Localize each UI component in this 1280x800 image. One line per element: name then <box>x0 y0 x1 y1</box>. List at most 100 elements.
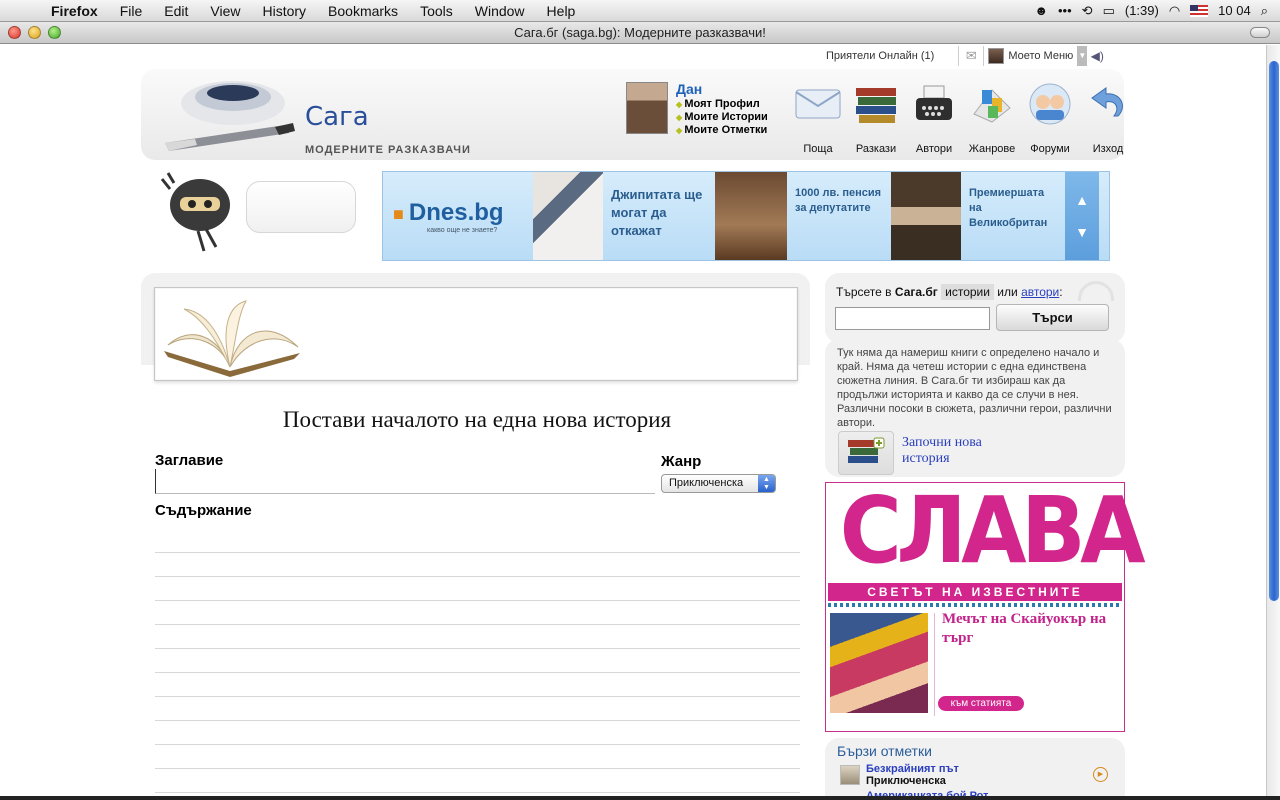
nav-authors-label: Автори <box>915 143 953 155</box>
menu-app[interactable]: Firefox <box>40 3 109 19</box>
menu-view[interactable]: View <box>199 3 251 19</box>
site-logo-text[interactable]: Сага <box>305 102 369 132</box>
genre-select-value: Приключенска <box>669 477 744 489</box>
user-avatar[interactable] <box>626 82 668 134</box>
my-profile-link[interactable]: Моят Профил <box>676 98 768 111</box>
my-stories-link[interactable]: Моите Истории <box>676 111 767 124</box>
battery-time: (1:39) <box>1124 3 1159 18</box>
my-menu[interactable]: Моето Меню <box>984 48 1077 64</box>
slava-read-more-button[interactable]: към статията <box>938 696 1024 711</box>
window-titlebar: Сага.бг (saga.bg): Модерните разказвачи! <box>0 22 1280 44</box>
close-window-button[interactable] <box>8 26 21 39</box>
genres-icon <box>967 79 1017 129</box>
slava-story-headline[interactable]: Мечът на Скайуокър на търг <box>942 610 1118 648</box>
story-title-input[interactable] <box>155 469 655 494</box>
nav-logout[interactable]: Изход <box>1079 79 1137 155</box>
web-page: Приятели Онлайн (1) ✉ Моето Меню ▼ ◀) Са… <box>0 45 1266 800</box>
nav-stories[interactable]: Разкази <box>847 79 905 155</box>
menu-window[interactable]: Window <box>464 3 536 19</box>
bookmark-thumbnail[interactable] <box>840 765 860 785</box>
arrow-up-icon[interactable]: ▲ <box>1075 192 1089 208</box>
dnes-logo-text: Dnes.bg <box>393 199 533 227</box>
logout-icon <box>1083 79 1133 129</box>
news-photo-1[interactable] <box>533 172 603 260</box>
spotlight-icon[interactable]: ⌕ <box>1261 3 1268 19</box>
site-header: Сага МОДЕРНИТЕ РАЗКАЗВАЧИ Дан Моят Профи… <box>141 69 1124 160</box>
menu-history[interactable]: History <box>251 3 317 19</box>
new-story-books-icon[interactable] <box>838 431 894 475</box>
search-or: или <box>997 285 1018 299</box>
user-links: Моят Профил Моите Истории Моите Отметки <box>676 98 768 137</box>
news-headline-1[interactable]: Джипитата ще могат да откажат <box>603 172 715 260</box>
about-text: Тук няма да намериш книги с определено н… <box>837 347 1112 429</box>
time-machine-icon[interactable]: ⟲ <box>1082 3 1093 19</box>
speaker-icon[interactable]: ◀) <box>1087 49 1107 63</box>
status-agent-icon[interactable]: ☻ <box>1034 3 1048 18</box>
bookmark-name[interactable]: Безкрайният път <box>866 763 959 775</box>
nav-logout-label: Изход <box>1092 143 1124 155</box>
friends-online-link[interactable]: Приятели Онлайн (1) <box>826 50 958 62</box>
my-bookmarks-link[interactable]: Моите Отметки <box>676 124 768 137</box>
news-photo-3[interactable] <box>891 172 961 260</box>
toolbar-toggle-button[interactable] <box>1250 27 1270 38</box>
window-title: Сага.бг (saga.bg): Модерните разказвачи! <box>514 25 766 40</box>
menu-help[interactable]: Help <box>536 3 587 19</box>
user-name-link[interactable]: Дан <box>676 81 702 97</box>
arrow-down-icon[interactable]: ▼ <box>1075 224 1089 240</box>
nav-mail[interactable]: Поща <box>789 79 847 155</box>
news-photo-2[interactable] <box>715 172 787 260</box>
nav-genres-label: Жанрове <box>968 143 1016 155</box>
slava-separator <box>934 613 935 716</box>
dock-edge <box>0 796 1280 800</box>
speech-bubble <box>246 181 356 233</box>
nav-forums[interactable]: Форуми <box>1021 79 1079 155</box>
menu-file[interactable]: File <box>109 3 154 19</box>
dnes-logo[interactable]: Dnes.bg какво още не знаете? <box>383 172 533 260</box>
search-tab-authors[interactable]: автори <box>1021 285 1059 299</box>
minimize-window-button[interactable] <box>28 26 41 39</box>
inkwell-pen-logo-icon <box>165 81 295 151</box>
my-menu-label: Моето Меню <box>1008 50 1074 62</box>
search-input[interactable] <box>835 307 990 330</box>
search-tab-stories[interactable]: истории <box>941 284 994 300</box>
battery-icon[interactable]: ▭ <box>1103 3 1115 19</box>
nav-genres[interactable]: Жанрове <box>963 79 1021 155</box>
menu-bookmarks[interactable]: Bookmarks <box>317 3 409 19</box>
menu-tools[interactable]: Tools <box>409 3 464 19</box>
clock[interactable]: 10 04 <box>1218 3 1251 18</box>
bluetooth-dots-icon[interactable]: ••• <box>1058 3 1072 18</box>
os-menubar: Firefox File Edit View History Bookmarks… <box>0 0 1280 22</box>
play-icon[interactable]: ▶ <box>1093 767 1108 782</box>
dnes-logo-subtitle: какво още не знаете? <box>427 226 498 234</box>
slava-divider <box>828 603 1122 607</box>
story-content-textarea[interactable] <box>155 529 800 800</box>
news-headline-3[interactable]: Премиершата на Великобритан <box>961 172 1065 260</box>
start-new-story-link[interactable]: Започни нова история <box>902 435 1002 467</box>
bookmark-genre: Приключенска <box>866 775 946 787</box>
slava-ad[interactable]: СЛАВА СВЕТЪТ НА ИЗВЕСТНИТЕ Мечът на Скай… <box>825 477 1146 732</box>
scrollbar-thumb[interactable] <box>1269 61 1279 601</box>
banner-arrows: ▲ ▼ <box>1065 172 1099 260</box>
zoom-window-button[interactable] <box>48 26 61 39</box>
nav-authors[interactable]: Автори <box>905 79 963 155</box>
title-label: Заглавие <box>155 452 224 469</box>
messages-icon[interactable]: ✉ <box>958 46 985 66</box>
menu-edit[interactable]: Edit <box>153 3 199 19</box>
vertical-scrollbar[interactable] <box>1266 45 1280 800</box>
search-prefix: Търсете в <box>836 285 892 299</box>
nav-mail-label: Поща <box>803 143 833 155</box>
news-headline-2[interactable]: 1000 лв. пенсия за депутатите <box>787 172 891 260</box>
chevron-down-icon[interactable]: ▼ <box>1077 46 1088 66</box>
user-strip: Приятели Онлайн (1) ✉ Моето Меню ▼ ◀) <box>826 45 1107 67</box>
mail-icon <box>793 79 843 129</box>
input-flag-icon[interactable] <box>1190 4 1209 17</box>
search-button[interactable]: Търси <box>996 304 1109 331</box>
genre-select[interactable]: Приключенска ▲ ▼ <box>661 474 776 493</box>
slava-masthead: СЛАВА <box>839 477 1146 584</box>
ninja-mascot-icon <box>160 172 230 252</box>
genre-label: Жанр <box>661 453 702 470</box>
wifi-icon[interactable]: ◠ <box>1169 3 1180 19</box>
slava-story-photo[interactable] <box>830 613 928 713</box>
content-label: Съдържание <box>155 502 252 519</box>
news-banner-ad[interactable]: Dnes.bg какво още не знаете? Джипитата щ… <box>382 171 1110 261</box>
